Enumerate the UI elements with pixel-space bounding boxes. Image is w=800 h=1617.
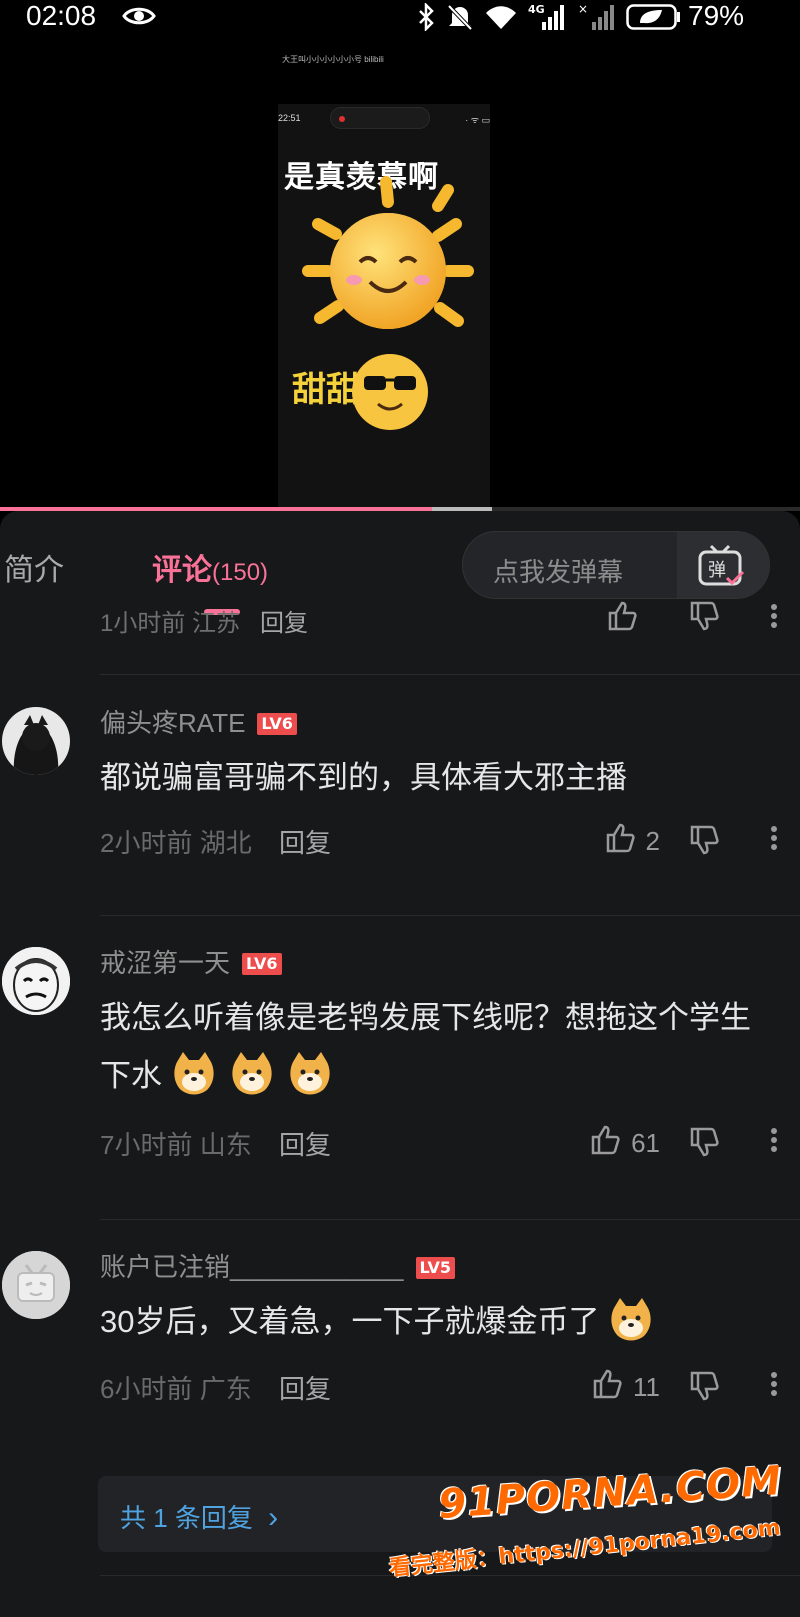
comment-divider: [100, 915, 800, 916]
reply-button[interactable]: 回复: [279, 1130, 331, 1160]
comment-meta: 2小时前 湖北 回复: [100, 823, 331, 860]
thumbs-down-icon[interactable]: [688, 601, 720, 636]
bluetooth-icon: [416, 1, 436, 36]
like-count: 2: [645, 826, 660, 856]
comment-divider: [100, 1219, 800, 1220]
chevron-right-icon: ›: [268, 1501, 279, 1534]
doge-emoji-icon: [229, 1050, 275, 1096]
more-options-icon[interactable]: [770, 1371, 778, 1402]
view-replies-link[interactable]: 共 1 条回复 ›: [120, 1498, 278, 1535]
comment-actions: 11: [550, 1367, 800, 1407]
thumbs-down-icon[interactable]: [688, 825, 720, 860]
comment-divider: [100, 674, 800, 675]
more-options-icon[interactable]: [770, 1127, 778, 1158]
comment-text: 30岁后，又着急，一下子就爆金币了: [100, 1304, 600, 1339]
eye-icon: [122, 4, 156, 33]
like-count: 61: [631, 1128, 660, 1158]
tab-comments[interactable]: 评论(150): [152, 545, 268, 589]
video-frame: 22:51 · ᯤ ▭ 是真羡慕啊 甜甜天: [278, 104, 490, 542]
level-badge: LV6: [257, 713, 297, 735]
video-player[interactable]: 大王叫小小小小小小号 bilibili 22:51 · ᯤ ▭ 是真羡慕啊 甜甜…: [0, 34, 800, 542]
danmaku-input[interactable]: 点我发弹幕: [493, 552, 623, 589]
danmaku-bar: 点我发弹幕 弹: [462, 531, 770, 599]
comment-location: 山东: [199, 1130, 252, 1160]
previous-comment-reply-button[interactable]: 回复: [260, 610, 308, 637]
tab-comments-label: 评论: [152, 554, 212, 587]
more-options-icon[interactable]: [770, 603, 778, 634]
tab-intro[interactable]: 简介: [4, 545, 64, 589]
comment-actions: 61: [550, 1123, 800, 1163]
reply-button[interactable]: 回复: [279, 1374, 331, 1404]
avatar[interactable]: [2, 1251, 70, 1319]
battery-percent: 79%: [688, 0, 745, 31]
inner-status-icons: · ᯤ ▭: [465, 115, 490, 125]
avatar[interactable]: [2, 707, 70, 775]
status-time: 02:08: [26, 0, 97, 31]
thumbs-up-icon[interactable]: [606, 601, 638, 636]
signal-4g-icon: 4G: [528, 2, 568, 37]
sunglasses-emoji-icon: [340, 334, 440, 439]
wifi-icon: [484, 3, 518, 36]
status-bar: 02:08 4G × 79%: [0, 0, 800, 34]
comment-content: 都说骗富哥骗不到的，具体看大邪主播: [100, 760, 627, 795]
comment-location: 湖北: [199, 828, 252, 858]
inner-time: 22:51: [278, 113, 301, 123]
avatar[interactable]: [2, 947, 70, 1015]
comment-meta: 7小时前 山东 回复: [100, 1125, 331, 1162]
svg-text:弹: 弹: [708, 560, 726, 581]
comment-time: 7小时前: [100, 1130, 193, 1160]
previous-comment-meta: 1小时前 江苏 回复: [100, 603, 308, 638]
like-button[interactable]: 2: [604, 823, 660, 860]
status-icons: 4G ×: [416, 1, 618, 37]
username-text: 戒涩第一天: [100, 948, 231, 978]
mute-icon: [446, 3, 474, 36]
comment-meta: 6小时前 广东 回复: [100, 1369, 331, 1406]
username-text: 偏头疼RATE: [100, 708, 246, 738]
comment-username[interactable]: 账户已注销____________ LV5: [100, 1247, 456, 1284]
comment-divider: [100, 1575, 800, 1576]
doge-emoji-icon: [171, 1050, 217, 1096]
svg-text:×: ×: [578, 2, 588, 16]
doge-emoji-icon: [287, 1050, 333, 1096]
comment-actions: 2: [550, 821, 800, 861]
inner-status-bar: 22:51 · ᯤ ▭: [278, 104, 490, 132]
username-text: 账户已注销____________: [100, 1252, 404, 1282]
thumbs-down-icon[interactable]: [688, 1371, 720, 1406]
comment-time: 2小时前: [100, 828, 193, 858]
like-count: 11: [633, 1372, 660, 1402]
view-replies-text: 共 1 条回复: [120, 1503, 253, 1533]
thumbs-up-icon: [604, 823, 636, 860]
comment-username[interactable]: 戒涩第一天 LV6: [100, 943, 282, 980]
comments-panel: 简介 评论(150) 点我发弹幕 弹 1小时前 江苏 回复 偏头疼RATE LV…: [0, 511, 800, 1617]
level-badge: LV6: [242, 953, 282, 975]
tab-comments-count: (150): [212, 559, 269, 586]
more-options-icon[interactable]: [770, 825, 778, 856]
comment-content: 30岁后，又着急，一下子就爆金币了: [100, 1293, 770, 1351]
like-button[interactable]: 61: [589, 1125, 660, 1162]
view-replies-box[interactable]: 共 1 条回复 ›: [98, 1476, 772, 1552]
comment-time: 6小时前: [100, 1374, 193, 1404]
battery-icon: [626, 3, 682, 36]
comment-username[interactable]: 偏头疼RATE LV6: [100, 703, 297, 740]
sun-emoji-icon: [298, 176, 478, 351]
svg-text:4G: 4G: [528, 3, 545, 16]
danmaku-button[interactable]: 弹: [677, 532, 769, 598]
doge-emoji-icon: [608, 1296, 654, 1342]
signal-icon: ×: [578, 2, 618, 37]
thumbs-up-icon: [591, 1369, 623, 1406]
video-watermark-caption: 大王叫小小小小小小号 bilibili: [282, 55, 384, 64]
danmaku-send-icon: 弹: [697, 544, 745, 593]
comment-location: 广东: [199, 1374, 252, 1404]
thumbs-down-icon[interactable]: [688, 1127, 720, 1162]
like-button[interactable]: 11: [591, 1369, 660, 1406]
comment-content: 我怎么听着像是老鸨发展下线呢？想拖这个学生下水: [100, 989, 760, 1105]
inner-recording-pill: [330, 107, 430, 129]
level-badge: LV5: [415, 1257, 456, 1279]
thumbs-up-icon: [589, 1125, 621, 1162]
previous-comment-meta-row: 1小时前 江苏 回复: [0, 601, 800, 641]
previous-comment-time-location: 1小时前 江苏: [100, 610, 241, 637]
reply-button[interactable]: 回复: [279, 828, 331, 858]
